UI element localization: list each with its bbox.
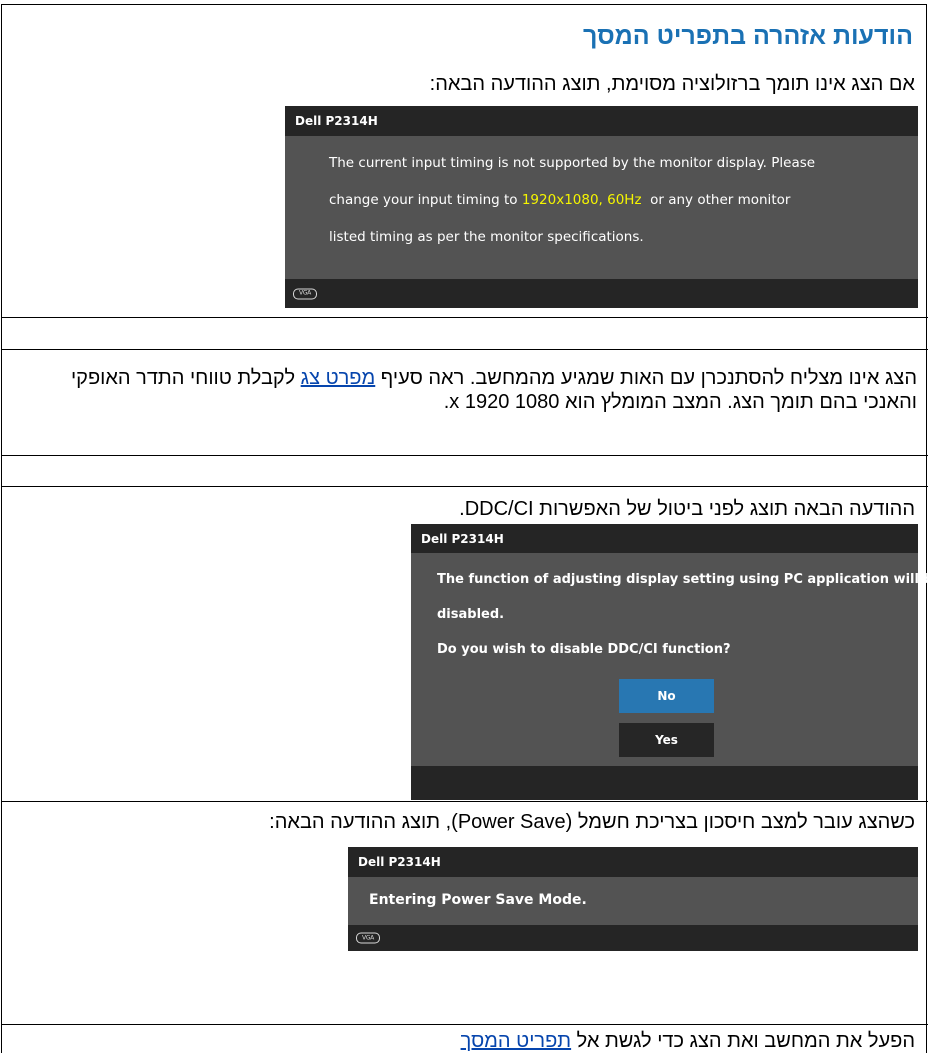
sync-text-pre: הצג אינו מצליח להסתנכרן עם האות שמגיע מה… [375,367,917,389]
osd-power-save: Dell P2314H Entering Power Save Mode. VG… [348,847,918,1015]
no-button[interactable]: No [619,679,714,713]
page: הודעות אזהרה בתפריט המסך אם הצג אינו תומ… [0,0,929,1055]
osd-ddc-confirm: Dell P2314H The function of adjusting di… [411,524,929,800]
osd-resolution-highlight: 1920x1080, 60Hz [521,192,642,208]
osd-message: Entering Power Save Mode. [369,892,587,908]
osd-menu-link[interactable]: תפריט המסך [461,1030,572,1052]
sync-paragraph: הצג אינו מצליח להסתנכרן עם האות שמגיע מה… [12,366,917,414]
monitor-spec-link[interactable]: מפרט צג [301,367,376,389]
osd-line-2: disabled. [437,607,505,622]
osd-line-2-post: or any other monitor [641,192,791,208]
osd-header: Dell P2314H [348,847,918,877]
page-title: הודעות אזהרה בתפריט המסך [583,22,913,50]
yes-button[interactable]: Yes [619,723,714,757]
osd-line-1: The function of adjusting display settin… [437,572,929,587]
osd-line-1: The current input timing is not supporte… [329,155,816,171]
ddc-intro: ההודעה הבאה תוצג לפני ביטול של האפשרות D… [459,498,915,520]
osd-body: Entering Power Save Mode. [348,877,918,925]
power-save-intro: כשהצג עובר למצב חיסכון בצריכת חשמל (Powe… [269,811,915,833]
row-divider [1,317,928,318]
osd-footer: VGA [285,279,918,308]
osd-line-3: Do you wish to disable DDC/CI function? [437,642,731,657]
unsupported-intro: אם הצג אינו תומך ברזולוציה מסוימת, תוצג … [429,73,915,95]
osd-body: The function of adjusting display settin… [411,553,929,766]
row-divider [1,486,928,487]
wake-paragraph: הפעל את המחשב ואת הצג כדי לגשת אל תפריט … [461,1029,915,1053]
wake-text-pre: הפעל את המחשב ואת הצג כדי לגשת אל [571,1030,915,1052]
osd-header: Dell P2314H [411,524,918,553]
osd-line-3: listed timing as per the monitor specifi… [329,229,644,245]
row-divider [1,455,928,456]
osd-line-2: change your input timing to 1920x1080, 6… [329,192,790,208]
vga-logo-icon: VGA [356,932,380,944]
osd-unsupported-timing: Dell P2314H The current input timing is … [285,106,918,308]
row-divider [1,349,928,350]
vga-logo-icon: VGA [293,288,317,299]
row-divider [1,801,928,802]
osd-footer: VGA [348,925,918,951]
osd-footer [411,766,918,800]
osd-body: The current input timing is not supporte… [285,136,918,279]
row-divider [1,1024,928,1025]
osd-header: Dell P2314H [285,106,918,136]
osd-line-2-pre: change your input timing to [329,192,522,208]
